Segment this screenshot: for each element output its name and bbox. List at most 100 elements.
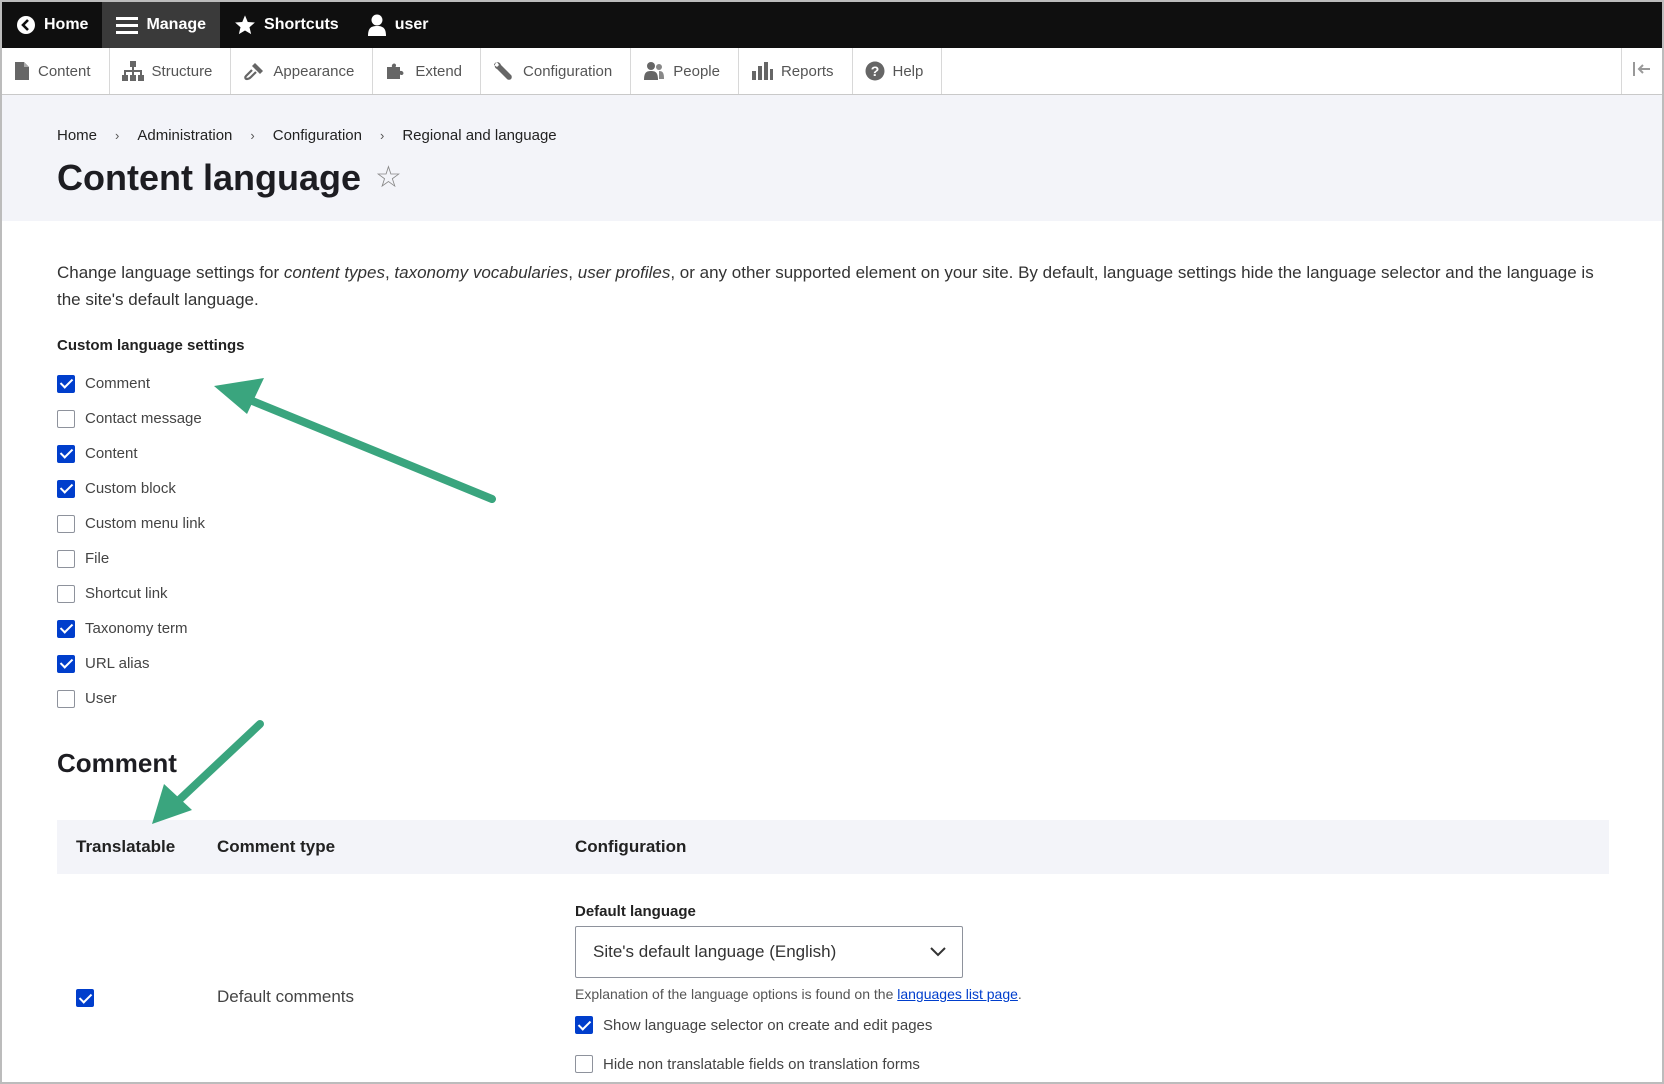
setting-checkbox[interactable] <box>57 409 75 428</box>
bar-chart-icon <box>751 61 773 81</box>
file-icon <box>14 61 30 81</box>
toolbar-home[interactable]: Home <box>2 2 102 48</box>
breadcrumb-separator: › <box>250 128 255 143</box>
configuration-cell: Default language Site's default language… <box>575 903 1022 1073</box>
setting-checkbox[interactable] <box>57 689 75 708</box>
setting-label: Content <box>85 445 138 462</box>
default-language-value: Site's default language (English) <box>593 942 837 961</box>
setting-checkbox[interactable] <box>57 584 75 603</box>
setting-contact-message: Contact message <box>57 401 205 436</box>
setting-custom-menu-link: Custom menu link <box>57 506 205 541</box>
people-icon <box>643 61 665 81</box>
setting-checkbox[interactable] <box>57 619 75 638</box>
tray-item-configuration[interactable]: Configuration <box>481 48 632 94</box>
page-title-row: Content language ☆ <box>57 157 402 199</box>
setting-checkbox[interactable] <box>57 514 75 533</box>
setting-checkbox[interactable] <box>57 549 75 568</box>
intro-text-emphasis: content types <box>283 263 385 282</box>
setting-taxonomy-term: Taxonomy term <box>57 611 205 646</box>
show-language-selector-checkbox[interactable] <box>575 1016 593 1034</box>
hide-non-translatable-label: Hide non translatable fields on translat… <box>603 1055 920 1073</box>
toolbar-user[interactable]: user <box>353 2 443 48</box>
tray-item-structure[interactable]: Structure <box>110 48 232 94</box>
annotation-arrow-to-comment-checkbox <box>214 378 496 503</box>
setting-checkbox[interactable] <box>57 479 75 498</box>
tray-item-label: Help <box>892 62 924 80</box>
breadcrumb-separator: › <box>115 128 120 143</box>
collapse-arrow-icon <box>1632 61 1652 82</box>
comment-section-heading: Comment <box>57 748 177 778</box>
intro-text-part: , <box>384 263 395 282</box>
breadcrumb-regional-language[interactable]: Regional and language <box>402 127 556 144</box>
setting-user: User <box>57 681 205 716</box>
setting-checkbox[interactable] <box>57 444 75 463</box>
breadcrumb-separator: › <box>379 128 385 143</box>
setting-shortcut-link: Shortcut link <box>57 576 205 611</box>
breadcrumb: Home › Administration › Configuration › … <box>57 127 557 144</box>
hide-non-translatable-checkbox[interactable] <box>575 1055 593 1073</box>
intro-text-part: , <box>568 263 578 282</box>
home-back-icon <box>16 15 36 35</box>
translatable-cell <box>76 989 94 1007</box>
setting-checkbox[interactable] <box>57 654 75 673</box>
breadcrumb-home[interactable]: Home <box>57 127 97 144</box>
chevron-down-icon <box>930 942 946 962</box>
sitemap-icon <box>121 61 144 81</box>
intro-text-emphasis: user profiles <box>577 263 671 282</box>
user-icon <box>367 14 387 36</box>
setting-label: Custom menu link <box>85 515 206 532</box>
page-title: Content language <box>57 157 361 198</box>
tray-item-help[interactable]: ? Help <box>853 48 943 94</box>
default-language-label: Default language <box>575 903 696 920</box>
explanation-text: Explanation of the language options is f… <box>575 986 898 1002</box>
custom-language-settings-list: Comment Contact message Content Custom b… <box>57 366 205 716</box>
column-comment-type: Comment type <box>217 837 336 856</box>
show-language-selector-option: Show language selector on create and edi… <box>575 1016 1022 1034</box>
intro-text-part: Change language settings for <box>57 263 284 282</box>
star-icon <box>234 14 256 36</box>
show-language-selector-label: Show language selector on create and edi… <box>603 1016 933 1034</box>
setting-comment: Comment <box>57 366 205 401</box>
column-translatable: Translatable <box>76 837 176 856</box>
tray-item-people[interactable]: People <box>631 48 739 94</box>
breadcrumb-administration[interactable]: Administration <box>137 127 232 144</box>
tray-item-content[interactable]: Content <box>2 48 110 94</box>
column-configuration: Configuration <box>575 837 687 856</box>
tray-item-label: People <box>673 62 720 80</box>
toolbar-shortcuts[interactable]: Shortcuts <box>220 2 353 48</box>
tray-orientation-toggle[interactable] <box>1621 48 1662 94</box>
tray-item-appearance[interactable]: Appearance <box>231 48 374 94</box>
setting-label: Comment <box>85 375 151 392</box>
tray-item-label: Reports <box>780 62 834 80</box>
explanation-suffix: . <box>1017 986 1022 1002</box>
toolbar-manage-label: Manage <box>146 16 207 33</box>
setting-custom-block: Custom block <box>57 471 205 506</box>
breadcrumb-configuration[interactable]: Configuration <box>273 127 362 144</box>
setting-url-alias: URL alias <box>57 646 205 681</box>
languages-list-link[interactable]: languages list page <box>897 986 1018 1002</box>
help-icon: ? <box>865 61 885 81</box>
tray-item-extend[interactable]: Extend <box>373 48 482 94</box>
svg-text:?: ? <box>870 63 879 79</box>
custom-language-settings-label: Custom language settings <box>57 337 245 354</box>
setting-checkbox[interactable] <box>57 374 75 393</box>
tray-item-label: Appearance <box>273 62 355 80</box>
setting-label: Contact message <box>85 410 202 427</box>
toolbar-manage[interactable]: Manage <box>102 2 221 48</box>
browser-frame: Home Manage Shortcuts user Content Struc… <box>0 0 1664 1084</box>
translatable-checkbox[interactable] <box>76 989 94 1007</box>
tray-item-label: Configuration <box>523 62 613 80</box>
shortcut-star-icon[interactable]: ☆ <box>375 163 402 193</box>
admin-toolbar: Home Manage Shortcuts user <box>2 2 1662 48</box>
setting-label: Taxonomy term <box>85 620 188 637</box>
intro-text-emphasis: taxonomy vocabularies <box>394 263 569 282</box>
default-language-select[interactable]: Site's default language (English) <box>575 926 963 978</box>
hide-non-translatable-option: Hide non translatable fields on translat… <box>575 1055 1022 1073</box>
comment-type-cell: Default comments <box>217 987 354 1006</box>
tray-item-reports[interactable]: Reports <box>739 48 853 94</box>
toolbar-shortcuts-label: Shortcuts <box>264 16 339 33</box>
puzzle-icon <box>385 61 407 81</box>
setting-file: File <box>57 541 205 576</box>
setting-label: Custom block <box>85 480 176 497</box>
comment-table-header: Translatable Comment type Configuration <box>57 820 1609 874</box>
